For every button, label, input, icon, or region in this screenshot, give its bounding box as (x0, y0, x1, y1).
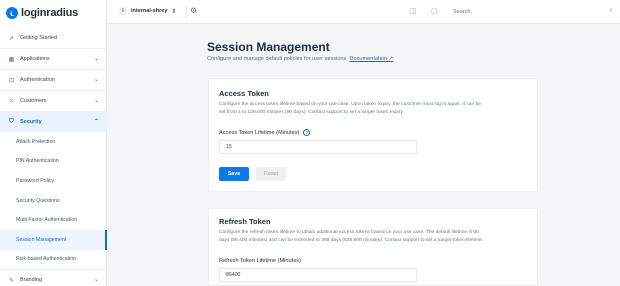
sidebar-item-label: Customers (20, 98, 47, 104)
page-subtitle: Configure and manage default policies fo… (207, 56, 393, 62)
rocket-icon: ➚ (8, 35, 15, 42)
users-icon: ☺ (8, 98, 15, 104)
search-input[interactable] (453, 9, 593, 15)
sidebar-subitem-risk-based-authentication[interactable]: Risk-based Authentication (0, 250, 107, 270)
chevron-down-icon: ⌄ (93, 98, 99, 104)
refresh-token-desc-line1: Configure the refresh token lifetime to … (219, 230, 479, 235)
brand-name: loginradius (21, 7, 79, 19)
page-subtitle-text: Configure and manage default policies fo… (207, 56, 348, 62)
sidebar-item-branding[interactable]: ✎ Branding ⌄ (0, 270, 107, 286)
chevron-down-icon: ⌄ (93, 56, 99, 62)
sidebar-item-label: Applications (20, 56, 50, 62)
refresh-token-card: Refresh Token Configure the refresh toke… (208, 208, 538, 286)
sidebar-item-label: Branding (20, 277, 43, 284)
sidebar: ʟ loginradius ➚ Getting Started ▦ Applic… (0, 0, 107, 286)
refresh-token-lifetime-label: Refresh Token Lifetime (Minutes) (219, 258, 301, 264)
refresh-token-title: Refresh Token (219, 217, 271, 226)
access-token-title: Access Token (219, 89, 269, 98)
chevron-up-icon: ⌃ (93, 119, 99, 125)
access-token-lifetime-label: Access Token Lifetime (Minutes) ? (219, 129, 311, 136)
sidebar-subitem-attack-protection[interactable]: Attack Protection (0, 132, 107, 152)
sidebar-item-applications[interactable]: ▦ Applications ⌄ (0, 49, 107, 69)
refresh-token-lifetime-input[interactable]: 86400 (219, 268, 417, 282)
chat-icon[interactable]: ▢ (431, 7, 438, 15)
chevron-down-icon: ⌄ (93, 277, 99, 284)
sidebar-nav: ➚ Getting Started ▦ Applications ⌄ ⊡ Aut… (0, 28, 107, 286)
reset-button[interactable]: Reset (256, 167, 286, 181)
refresh-token-desc-line2: days (86,400 minutes) and can be extende… (219, 238, 483, 244)
sidebar-item-label: Authentication (20, 77, 55, 83)
book-icon[interactable]: ◫ (410, 7, 417, 15)
grid-icon: ▦ (8, 56, 15, 63)
sidebar-subitem-password-policy[interactable]: Password Policy (0, 171, 107, 191)
sidebar-item-label: Getting Started (20, 35, 57, 41)
sidebar-item-getting-started[interactable]: ➚ Getting Started (0, 28, 107, 48)
search-box[interactable]: ⌕ (453, 6, 613, 18)
sidebar-item-label: Security (20, 119, 42, 125)
sidebar-subitem-multi-factor-authentication[interactable]: Multi Factor Authentication (0, 210, 107, 230)
app-avatar: I (119, 7, 127, 15)
app-name: internal-shrey (131, 8, 168, 14)
chevron-down-icon: ⌄ (93, 77, 99, 83)
help-icon[interactable]: ? (303, 129, 311, 136)
access-token-description: Configure the access token lifetime base… (219, 101, 535, 118)
sidebar-subitem-security-questions[interactable]: Security Questions (0, 191, 107, 211)
loginradius-logo-icon: ʟ (6, 7, 18, 19)
shield-icon: ⛉ (9, 118, 14, 125)
sidebar-item-authentication[interactable]: ⊡ Authentication ⌄ (0, 70, 107, 90)
page-title: Session Management (207, 40, 330, 54)
sidebar-item-customers[interactable]: ☺ Customers ⌄ (0, 91, 107, 111)
topbar: I internal-shrey ⇕ ⚙ ◫ ▢ ⌕ (107, 0, 620, 24)
save-button[interactable]: Save (219, 167, 249, 181)
gear-icon[interactable]: ⚙ (190, 6, 197, 15)
access-token-desc-line2: set from 1 to 129,600 minutes (90 days).… (219, 110, 404, 116)
refresh-token-description: Configure the refresh token lifetime to … (219, 229, 535, 246)
sidebar-item-security[interactable]: ⛉ Security ⌃ (0, 112, 107, 132)
divider (186, 6, 187, 18)
sidebar-subitem-pin-authentication[interactable]: PIN Authentication (0, 152, 107, 172)
logo[interactable]: ʟ loginradius (6, 6, 78, 20)
search-icon: ⌕ (609, 7, 613, 14)
lock-icon: ⊡ (8, 77, 15, 84)
documentation-link[interactable]: Documentation ↗ (349, 56, 393, 62)
sidebar-subitem-session-management[interactable]: Session Management (0, 229, 107, 250)
access-token-desc-line1: Configure the access token lifetime base… (219, 102, 481, 107)
app-switcher[interactable]: I internal-shrey ⇕ (119, 7, 176, 15)
chevron-updown-icon: ⇕ (171, 8, 177, 15)
access-token-lifetime-input[interactable]: 15 (219, 140, 417, 154)
access-token-lifetime-label-text: Access Token Lifetime (Minutes) (219, 129, 300, 136)
access-token-card: Access Token Configure the access token … (208, 78, 538, 192)
brush-icon: ✎ (8, 277, 15, 284)
